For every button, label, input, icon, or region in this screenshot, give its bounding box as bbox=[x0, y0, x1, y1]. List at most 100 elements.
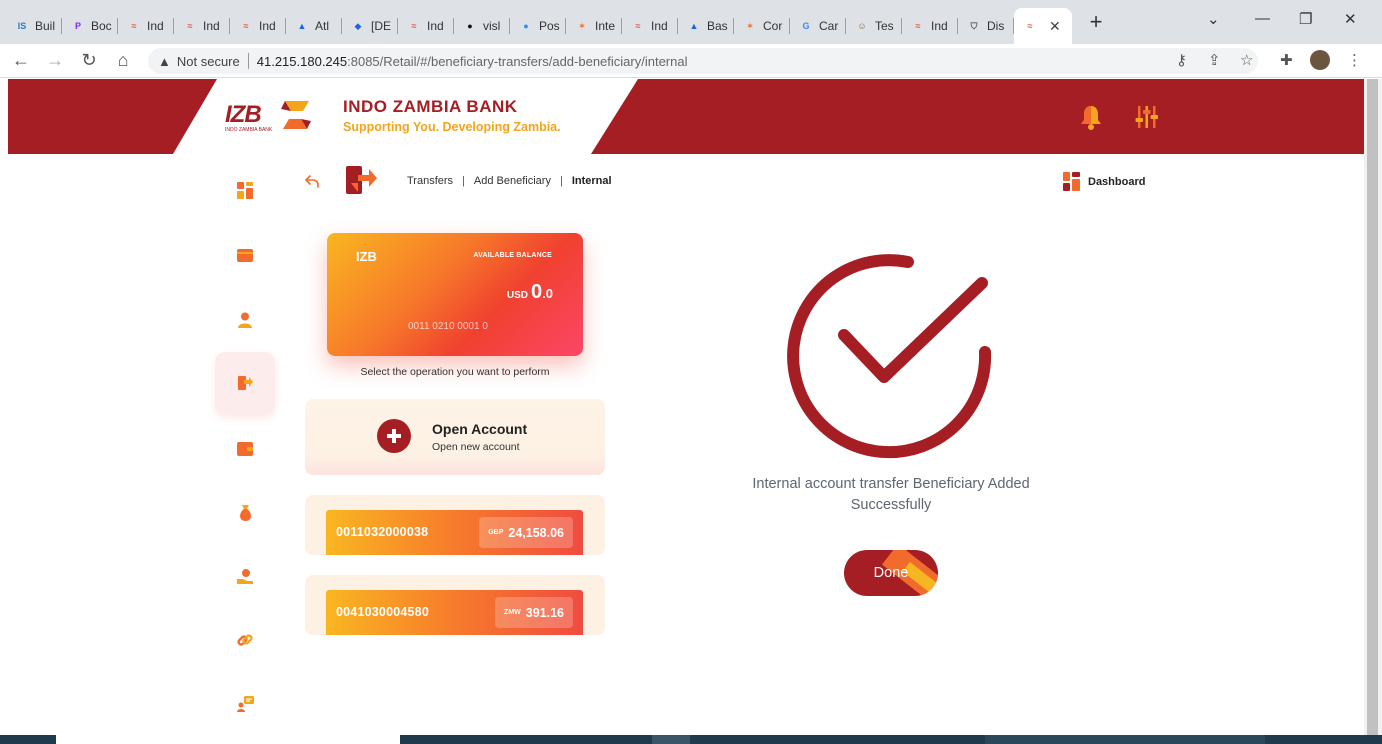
browser-tab[interactable]: ⛉ Dis bbox=[958, 8, 1014, 44]
share-icon[interactable]: ⇪ bbox=[1208, 51, 1221, 69]
browser-tab[interactable]: ☺ Tes bbox=[846, 8, 902, 44]
back-arrow-icon[interactable] bbox=[304, 173, 320, 189]
forward-icon[interactable]: → bbox=[42, 48, 68, 74]
dashboard-link[interactable]: Dashboard bbox=[1063, 172, 1145, 191]
card-account-number: 0011 0210 0001 0 bbox=[408, 321, 488, 332]
sidebar-item-support[interactable] bbox=[215, 673, 275, 735]
account-tile[interactable]: 0041030004580 ZMW 391.16 bbox=[305, 575, 605, 635]
tab-favicon-icon: ▲ bbox=[689, 21, 699, 31]
success-check-icon bbox=[787, 254, 992, 459]
account-balance-pill: ZMW 391.16 bbox=[495, 597, 573, 628]
breadcrumb: Transfers | Add Beneficiary | Internal bbox=[407, 175, 612, 187]
account-card: 0041030004580 ZMW 391.16 bbox=[326, 590, 583, 635]
home-icon[interactable]: ⌂ bbox=[110, 48, 136, 74]
browser-tab[interactable]: ▲ Atl bbox=[286, 8, 342, 44]
account-balance-pill: GBP 24,158.06 bbox=[479, 517, 573, 548]
url-input[interactable]: ▲ Not secure 41.215.180.245:8085/Retail/… bbox=[148, 48, 1258, 74]
os-taskbar bbox=[0, 735, 1382, 744]
taskbar-app[interactable] bbox=[652, 735, 690, 744]
notification-bell-icon[interactable] bbox=[1078, 103, 1104, 131]
browser-tab[interactable]: ≈ Ind bbox=[174, 8, 230, 44]
tab-label: Atl bbox=[315, 19, 330, 33]
balance-card[interactable]: IZB AVAILABLE BALANCE USD 0 .0 0011 0210… bbox=[327, 233, 583, 356]
browser-tab[interactable]: ✶ Inte bbox=[566, 8, 622, 44]
close-window-icon[interactable]: ✕ bbox=[1344, 10, 1357, 28]
tab-favicon-icon: ⛉ bbox=[970, 20, 978, 31]
browser-tab-bar: IS Buil P Boc ≈ Ind ≈ Ind ≈ Ind ▲ Atl ◆ [DE ≈ Ind ● visl ●… bbox=[0, 0, 1382, 44]
available-balance-label: AVAILABLE BALANCE bbox=[473, 252, 552, 259]
sidebar-item-dashboard[interactable] bbox=[215, 159, 275, 221]
account-tile[interactable]: 0011032000038 GBP 24,158.06 bbox=[305, 495, 605, 555]
balance-currency: USD bbox=[506, 290, 529, 301]
browser-tab[interactable]: ≈ Ind bbox=[118, 8, 174, 44]
extensions-icon[interactable]: ✚ bbox=[1280, 51, 1293, 69]
url-separator bbox=[247, 53, 249, 69]
browser-tab[interactable]: ≈ Ind bbox=[902, 8, 958, 44]
tab-favicon-icon: IS bbox=[17, 21, 27, 31]
tab-label: Inte bbox=[595, 19, 616, 33]
tab-label: Ind bbox=[931, 19, 948, 33]
tab-favicon-icon: ≈ bbox=[131, 21, 137, 31]
success-message: Internal account transfer Beneficiary Ad… bbox=[752, 476, 1030, 513]
tab-favicon-icon: ≈ bbox=[1027, 21, 1033, 31]
browser-tab[interactable]: P Boc bbox=[62, 8, 118, 44]
card-bank-label: IZB bbox=[356, 249, 377, 264]
tab-favicon-icon: ✶ bbox=[578, 20, 586, 31]
profile-avatar[interactable] bbox=[1310, 50, 1330, 70]
browser-tab[interactable]: ✶ Cor bbox=[734, 8, 790, 44]
browser-tab[interactable]: G Car bbox=[790, 8, 846, 44]
dashboard-icon bbox=[1063, 172, 1080, 191]
sidebar-item-transfers[interactable] bbox=[215, 352, 275, 414]
sidebar-item-profile[interactable] bbox=[215, 289, 275, 351]
breadcrumb-add-beneficiary[interactable]: Add Beneficiary bbox=[474, 175, 551, 187]
breadcrumb-transfers[interactable]: Transfers bbox=[407, 175, 453, 187]
done-button[interactable]: Done bbox=[844, 550, 938, 596]
star-icon[interactable]: ☆ bbox=[1240, 51, 1253, 69]
browser-tab[interactable]: ≈ Ind bbox=[230, 8, 286, 44]
browser-tab[interactable]: ▲ Bas bbox=[678, 8, 734, 44]
url-host: 41.215.180.245 bbox=[256, 53, 348, 69]
tab-label: Tes bbox=[875, 19, 894, 33]
tab-label: Ind bbox=[147, 19, 164, 33]
page-scrollbar[interactable] bbox=[1364, 79, 1382, 739]
taskbar-tray bbox=[985, 735, 1265, 744]
sidebar-item-savings[interactable] bbox=[215, 482, 275, 544]
key-icon[interactable]: ⚷ bbox=[1176, 51, 1187, 69]
restore-icon[interactable]: ❐ bbox=[1299, 10, 1312, 28]
browser-tab[interactable]: ≈ Ind bbox=[622, 8, 678, 44]
back-icon[interactable]: ← bbox=[8, 48, 34, 74]
balance-whole: 0 bbox=[531, 281, 543, 303]
done-button-label: Done bbox=[873, 565, 909, 581]
browser-tab[interactable]: ● visl bbox=[454, 8, 510, 44]
sidebar-item-cards[interactable] bbox=[215, 224, 275, 286]
tab-favicon-icon: ≈ bbox=[187, 21, 193, 31]
warning-icon: ▲ bbox=[158, 53, 171, 69]
open-account-button[interactable]: Open Account Open new account bbox=[305, 399, 605, 475]
browser-tab[interactable]: ● Pos bbox=[510, 8, 566, 44]
account-card: 0011032000038 GBP 24,158.06 bbox=[326, 510, 583, 555]
browser-tab-active[interactable]: ≈ ✕ bbox=[1014, 8, 1072, 44]
taskbar-search[interactable] bbox=[56, 735, 400, 744]
sidebar-item-links[interactable] bbox=[215, 609, 275, 671]
browser-tab[interactable]: ◆ [DE bbox=[342, 8, 398, 44]
open-account-subtitle: Open new account bbox=[432, 441, 520, 453]
settings-sliders-icon[interactable] bbox=[1134, 103, 1160, 131]
sidebar-item-wallet[interactable] bbox=[215, 418, 275, 480]
tab-favicon-icon: ☺ bbox=[857, 21, 867, 31]
sidebar-item-loans[interactable] bbox=[215, 545, 275, 607]
new-tab-button[interactable]: + bbox=[1082, 8, 1110, 36]
menu-kebab-icon[interactable]: ⋮ bbox=[1347, 51, 1362, 69]
browser-tab[interactable]: ≈ Ind bbox=[398, 8, 454, 44]
tab-search-icon[interactable]: ⌄ bbox=[1207, 10, 1220, 28]
reload-icon[interactable]: ↻ bbox=[76, 48, 102, 74]
scrollbar-thumb[interactable] bbox=[1367, 79, 1378, 739]
account-number: 0041030004580 bbox=[336, 605, 429, 619]
hand-coin-icon bbox=[237, 569, 253, 584]
money-bag-icon bbox=[239, 505, 251, 521]
minimize-icon[interactable]: — bbox=[1255, 10, 1270, 27]
tab-favicon-icon: G bbox=[802, 21, 810, 31]
tab-close-icon[interactable]: ✕ bbox=[1049, 18, 1061, 35]
tab-label: Pos bbox=[539, 19, 560, 33]
plus-icon bbox=[377, 419, 411, 453]
browser-tab[interactable]: IS Buil bbox=[6, 8, 62, 44]
